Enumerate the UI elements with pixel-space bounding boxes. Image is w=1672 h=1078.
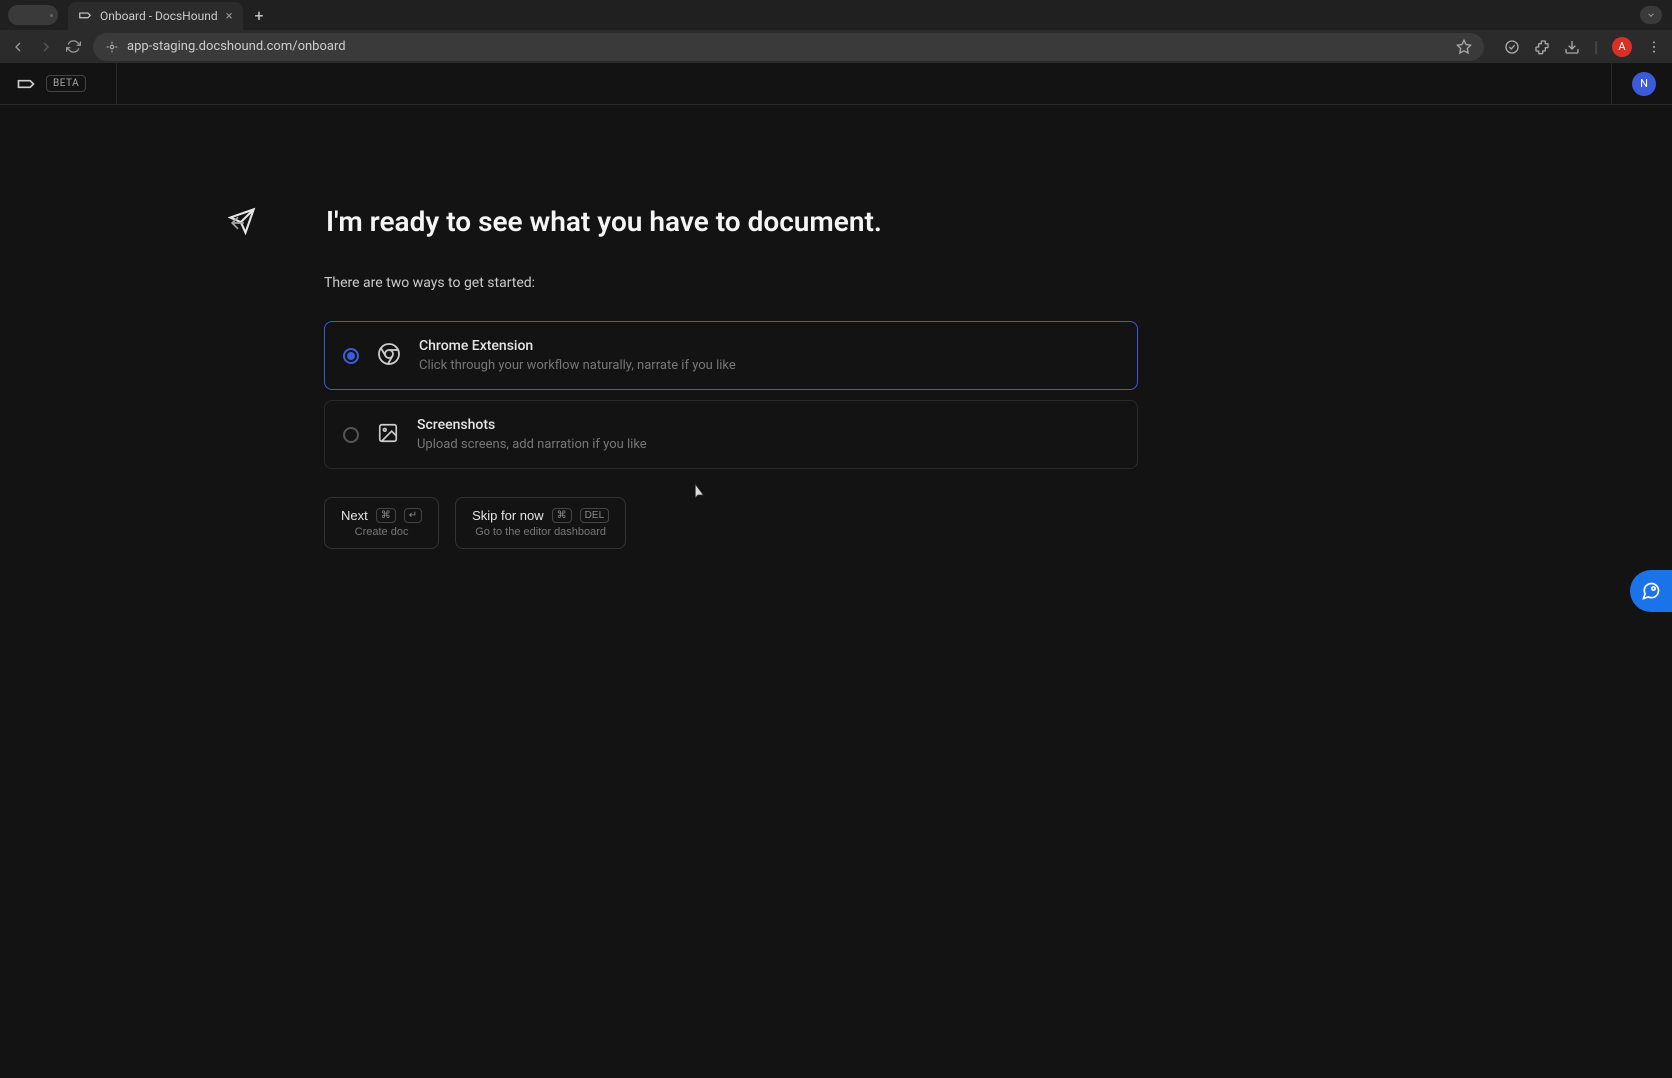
option-chrome-extension[interactable]: Chrome Extension Click through your work… <box>324 321 1138 390</box>
kbd-cmd: ⌘ <box>552 508 572 523</box>
help-bubble[interactable] <box>1630 570 1672 612</box>
chrome-icon <box>377 342 401 370</box>
option-title: Screenshots <box>417 417 647 433</box>
tab-title: Onboard - DocsHound <box>100 9 218 23</box>
image-icon <box>377 422 399 448</box>
kbd-cmd: ⌘ <box>376 508 396 523</box>
hero: I'm ready to see what you have to docume… <box>228 205 1138 239</box>
subtitle: There are two ways to get started: <box>324 275 1138 291</box>
traffic-lights[interactable] <box>8 5 58 25</box>
url-text: app-staging.docshound.com/onboard <box>127 39 346 54</box>
address-bar-row: app-staging.docshound.com/onboard | A <box>0 30 1672 63</box>
option-screenshots[interactable]: Screenshots Upload screens, add narratio… <box>324 400 1138 469</box>
browser-chrome: Onboard - DocsHound × + app-staging.docs… <box>0 0 1672 63</box>
forward-icon[interactable] <box>38 39 54 55</box>
next-button[interactable]: Next ⌘ ↵ Create doc <box>324 497 439 549</box>
skip-label: Skip for now <box>472 508 544 523</box>
reload-icon[interactable] <box>66 39 81 54</box>
options-list: Chrome Extension Click through your work… <box>324 321 1138 469</box>
site-info-icon[interactable] <box>105 40 119 54</box>
radio-selected <box>343 348 359 364</box>
skip-sub: Go to the editor dashboard <box>472 526 609 538</box>
download-icon[interactable] <box>1564 39 1580 55</box>
back-arrow-icon[interactable] <box>228 213 248 237</box>
next-sub: Create doc <box>341 526 422 538</box>
new-tab-button[interactable]: + <box>255 6 264 25</box>
next-label: Next <box>341 508 368 523</box>
kbd-del: DEL <box>580 508 609 523</box>
browser-tab[interactable]: Onboard - DocsHound × <box>68 2 243 30</box>
window-dropdown[interactable] <box>1640 6 1662 24</box>
tab-bar: Onboard - DocsHound × + <box>0 0 1672 30</box>
tab-favicon-icon <box>78 9 92 23</box>
option-desc: Click through your workflow naturally, n… <box>419 358 736 373</box>
user-avatar[interactable]: N <box>1632 72 1656 96</box>
radio-unselected <box>343 427 359 443</box>
toolbar-icons: | A <box>1504 37 1662 57</box>
bookmark-icon[interactable] <box>1456 39 1472 55</box>
actions-row: Next ⌘ ↵ Create doc Skip for now ⌘ DEL G… <box>324 497 1138 549</box>
page-title: I'm ready to see what you have to docume… <box>326 205 882 238</box>
address-bar[interactable]: app-staging.docshound.com/onboard <box>93 33 1484 61</box>
beta-badge: BETA <box>46 75 86 92</box>
app-header: BETA N <box>0 63 1672 105</box>
skip-button[interactable]: Skip for now ⌘ DEL Go to the editor dash… <box>455 497 626 549</box>
menu-icon[interactable] <box>1646 39 1662 55</box>
profile-avatar[interactable]: A <box>1612 37 1632 57</box>
option-title: Chrome Extension <box>419 338 736 354</box>
extension-icon-1[interactable] <box>1504 39 1520 55</box>
option-desc: Upload screens, add narration if you lik… <box>417 437 647 452</box>
back-icon[interactable] <box>10 39 26 55</box>
extensions-icon[interactable] <box>1534 39 1550 55</box>
close-icon[interactable]: × <box>226 9 233 24</box>
main-content: I'm ready to see what you have to docume… <box>0 105 1672 1078</box>
kbd-enter: ↵ <box>404 508 422 523</box>
logo-icon[interactable] <box>16 74 36 94</box>
